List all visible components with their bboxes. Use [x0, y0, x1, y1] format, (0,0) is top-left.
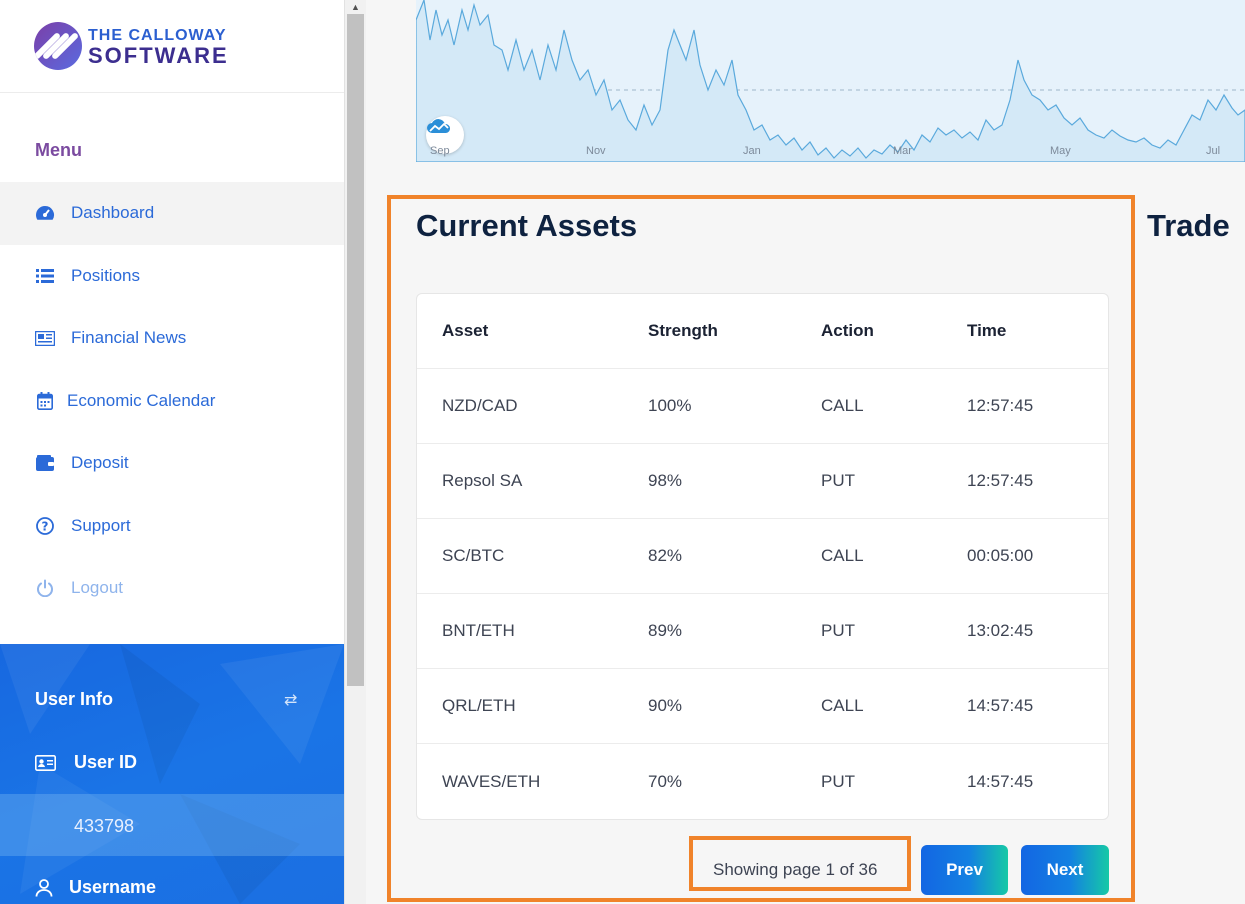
username-row: Username [35, 877, 156, 898]
action-cell: PUT [821, 771, 855, 791]
price-chart[interactable]: Sep Nov Jan Mar May Jul [416, 0, 1245, 162]
x-tick: Mar [893, 145, 912, 157]
sidebar-item-label: Logout [71, 578, 123, 598]
page-info: Showing page 1 of 36 [713, 860, 878, 879]
sidebar-item-label: Deposit [71, 453, 129, 473]
asset-cell: SC/BTC [442, 546, 505, 565]
asset-cell: BNT/ETH [442, 621, 515, 640]
next-button[interactable]: Next [1021, 845, 1109, 895]
sidebar-item-label: Financial News [71, 328, 187, 348]
x-tick: Sep [430, 145, 450, 157]
svg-text:?: ? [42, 519, 49, 533]
x-tick: Nov [586, 145, 606, 157]
user-icon [35, 878, 53, 897]
table-row[interactable]: BNT/ETH 89% PUT 13:02:45 [417, 594, 1108, 669]
sidebar-menu: Dashboard Positions Financial News Econo… [0, 182, 344, 620]
sidebar-item-financial-news[interactable]: Financial News [0, 307, 344, 370]
table-row[interactable]: Repsol SA 98% PUT 12:57:45 [417, 444, 1108, 519]
prev-button[interactable]: Prev [921, 845, 1008, 895]
strength-cell: 82% [648, 546, 683, 565]
time-cell: 14:57:45 [967, 771, 1034, 791]
sidebar-item-logout[interactable]: Logout [0, 557, 344, 620]
user-info-panel: User Info ⇄ User ID 433798 Username [0, 644, 344, 904]
time-cell: 12:57:45 [967, 471, 1034, 490]
column-header-time[interactable]: Time [967, 321, 1006, 341]
time-cell: 14:57:45 [967, 696, 1034, 715]
asset-cell: QRL/ETH [442, 696, 516, 715]
menu-title: Menu [35, 140, 82, 160]
sidebar-item-deposit[interactable]: Deposit [0, 432, 344, 495]
user-id-value-bar [0, 794, 344, 856]
column-header-asset[interactable]: Asset [442, 321, 488, 341]
asset-cell: NZD/CAD [442, 396, 518, 415]
trade-title: Trade [1147, 208, 1230, 243]
time-cell: 13:02:45 [967, 621, 1034, 640]
swap-icon[interactable]: ⇄ [284, 690, 297, 710]
newspaper-icon [35, 328, 55, 348]
user-id-label: User ID [74, 752, 138, 772]
user-info-title: User Info [35, 689, 114, 709]
strength-cell: 90% [648, 696, 683, 715]
sidebar-item-economic-calendar[interactable]: Economic Calendar [0, 370, 344, 433]
table-header-row: Asset Strength Action Time [417, 294, 1108, 369]
sidebar-scrollbar[interactable]: ▲ [344, 0, 366, 904]
asset-cell: WAVES/ETH [442, 771, 541, 791]
table-row[interactable]: QRL/ETH 90% CALL 14:57:45 [417, 669, 1108, 744]
power-icon [35, 578, 55, 598]
table-row[interactable]: WAVES/ETH 70% PUT 14:57:45 [417, 744, 1108, 819]
column-header-strength[interactable]: Strength [648, 321, 718, 341]
column-header-action[interactable]: Action [821, 321, 874, 341]
assets-table: Asset Strength Action Time NZD/CAD 100% … [416, 293, 1109, 820]
x-tick: Jan [743, 145, 761, 157]
logo-mark-icon [34, 22, 82, 70]
current-assets-title: Current Assets [416, 208, 638, 243]
sidebar-item-label: Economic Calendar [67, 390, 216, 410]
question-circle-icon: ? [35, 516, 55, 536]
list-icon [35, 266, 55, 286]
user-info-background-pattern [0, 644, 344, 904]
sidebar-item-label: Positions [71, 265, 140, 285]
action-cell: PUT [821, 621, 855, 640]
asset-cell: Repsol SA [442, 471, 523, 490]
sidebar-item-label: Support [71, 515, 131, 535]
calendar-icon [35, 391, 55, 411]
wallet-icon [35, 453, 55, 473]
user-id-row: User ID [35, 752, 137, 773]
action-cell: CALL [821, 546, 864, 565]
time-cell: 12:57:45 [967, 396, 1034, 415]
sidebar-item-label: Dashboard [71, 203, 155, 223]
x-tick: Jul [1206, 145, 1221, 157]
user-id-value: 433798 [74, 816, 135, 836]
strength-cell: 100% [648, 396, 692, 415]
dashboard-gauge-icon [35, 203, 55, 223]
scrollbar-thumb[interactable] [347, 14, 364, 686]
sidebar-item-support[interactable]: ? Support [0, 495, 344, 558]
sidebar: THE CALLOWAY SOFTWARE Menu Dashboard Pos… [0, 0, 344, 904]
action-cell: CALL [821, 396, 864, 415]
brand-line-2: SOFTWARE [88, 43, 229, 68]
x-tick: May [1050, 145, 1071, 157]
logo[interactable]: THE CALLOWAY SOFTWARE [0, 0, 344, 93]
id-card-icon [35, 754, 56, 771]
table-row[interactable]: NZD/CAD 100% CALL 12:57:45 [417, 369, 1108, 444]
action-cell: CALL [821, 696, 864, 715]
sidebar-item-positions[interactable]: Positions [0, 245, 344, 308]
price-chart-area [416, 0, 1245, 162]
strength-cell: 98% [648, 471, 683, 490]
action-cell: PUT [821, 471, 855, 490]
strength-cell: 70% [648, 771, 683, 791]
username-label: Username [69, 877, 157, 897]
time-cell: 00:05:00 [967, 546, 1034, 565]
sidebar-item-dashboard[interactable]: Dashboard [0, 182, 344, 245]
strength-cell: 89% [648, 621, 683, 640]
table-row[interactable]: SC/BTC 82% CALL 00:05:00 [417, 519, 1108, 594]
scroll-up-arrow-icon[interactable]: ▲ [351, 2, 360, 12]
